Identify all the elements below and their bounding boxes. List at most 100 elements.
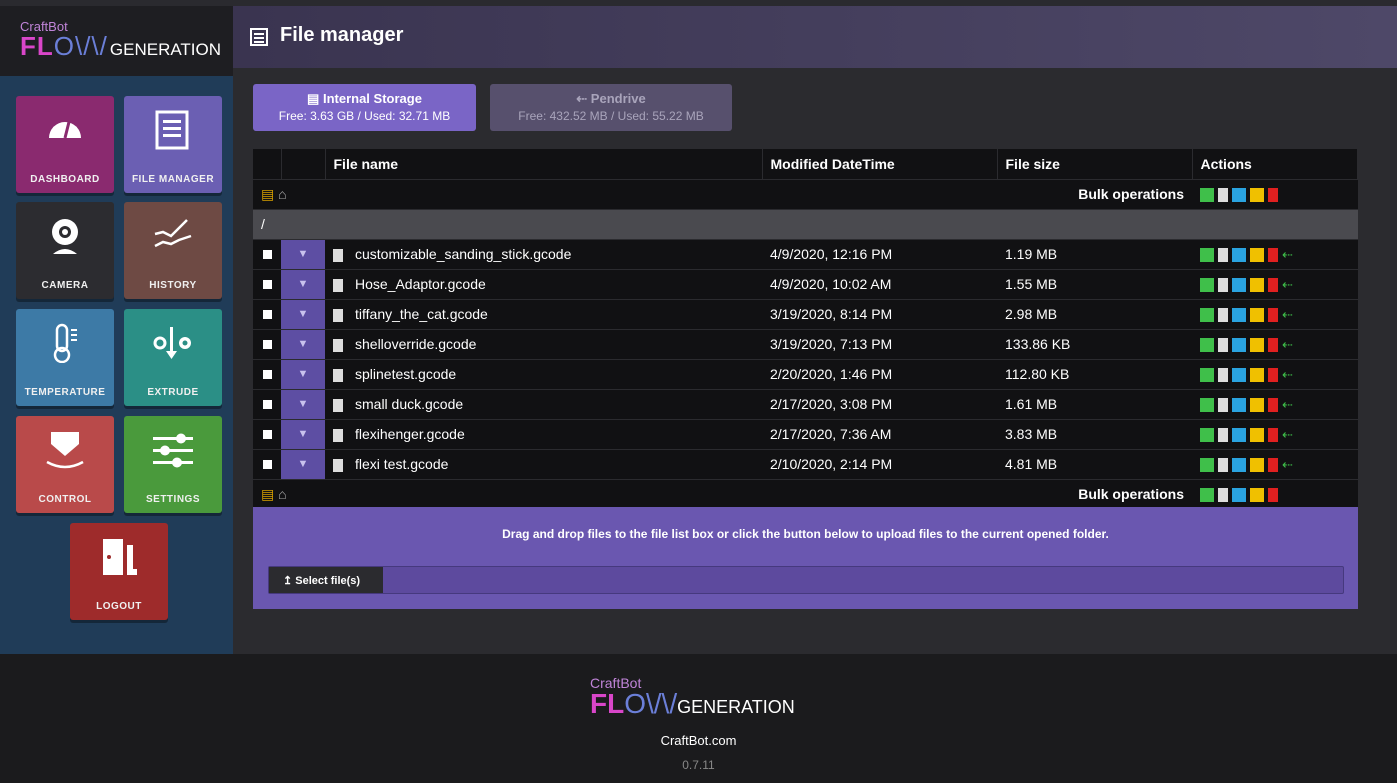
delete-icon[interactable] bbox=[1268, 427, 1278, 442]
delete-icon[interactable] bbox=[1268, 367, 1278, 382]
nav-tile-file-manager[interactable]: FILE MANAGER bbox=[124, 96, 222, 193]
row-checkbox[interactable] bbox=[253, 329, 281, 360]
file-name-cell[interactable]: tiffany_the_cat.gcode bbox=[325, 299, 762, 330]
rename-icon[interactable] bbox=[1218, 307, 1228, 322]
download-icon[interactable] bbox=[1200, 337, 1214, 352]
delete-icon[interactable] bbox=[1268, 247, 1278, 262]
download-icon[interactable] bbox=[1200, 427, 1214, 442]
delete-icon[interactable] bbox=[1268, 337, 1278, 352]
download-icon[interactable] bbox=[1200, 247, 1214, 262]
file-name-cell[interactable]: Hose_Adaptor.gcode bbox=[325, 269, 762, 300]
header-modified[interactable]: Modified DateTime bbox=[762, 149, 998, 180]
copy-icon[interactable] bbox=[1232, 188, 1246, 203]
nav-tile-settings[interactable]: SETTINGS bbox=[124, 416, 222, 513]
row-checkbox[interactable] bbox=[253, 449, 281, 480]
row-checkbox[interactable] bbox=[253, 269, 281, 300]
rename-icon[interactable] bbox=[1218, 277, 1228, 292]
row-checkbox[interactable] bbox=[253, 299, 281, 330]
rename-icon[interactable] bbox=[1218, 397, 1228, 412]
download-icon[interactable] bbox=[1200, 488, 1214, 503]
nav-tile-logout[interactable]: LOGOUT bbox=[70, 523, 168, 620]
pendrive-button[interactable]: ⇠ Pendrive Free: 432.52 MB / Used: 55.22… bbox=[490, 84, 732, 131]
download-icon[interactable] bbox=[1200, 307, 1214, 322]
download-icon[interactable] bbox=[1200, 188, 1214, 203]
file-name-cell[interactable]: flexihenger.gcode bbox=[325, 419, 762, 450]
nav-tile-control[interactable]: CONTROL bbox=[16, 416, 114, 513]
rename-icon[interactable] bbox=[1218, 367, 1228, 382]
copy-icon[interactable] bbox=[1232, 307, 1246, 322]
cut-icon[interactable] bbox=[1250, 488, 1264, 503]
delete-icon[interactable] bbox=[1268, 457, 1278, 472]
nav-tile-extrude[interactable]: EXTRUDE bbox=[124, 309, 222, 406]
table-row[interactable]: ▼ tiffany_the_cat.gcode 3/19/2020, 8:14 PM… bbox=[253, 299, 1358, 330]
table-row[interactable]: ▼ flexi test.gcode 2/10/2020, 2:14 PM 4.81 … bbox=[253, 449, 1358, 480]
file-name-cell[interactable]: flexi test.gcode bbox=[325, 449, 762, 480]
header-file-size[interactable]: File size bbox=[997, 149, 1193, 180]
row-checkbox[interactable] bbox=[253, 359, 281, 390]
cut-icon[interactable] bbox=[1250, 367, 1264, 382]
new-folder-icon[interactable]: ▤ bbox=[261, 186, 274, 202]
copy-icon[interactable] bbox=[1232, 427, 1246, 442]
usb-copy-icon[interactable]: ⇠ bbox=[1282, 337, 1293, 353]
cut-icon[interactable] bbox=[1250, 337, 1264, 352]
download-icon[interactable] bbox=[1200, 457, 1214, 472]
app-logo[interactable]: CraftBot FLO\/\/GENERATION bbox=[20, 20, 221, 59]
home-icon[interactable]: ⌂ bbox=[278, 486, 286, 502]
usb-copy-icon[interactable]: ⇠ bbox=[1282, 457, 1293, 473]
copy-icon[interactable] bbox=[1232, 457, 1246, 472]
footer-site-link[interactable]: CraftBot.com bbox=[0, 733, 1397, 748]
row-checkbox[interactable] bbox=[253, 389, 281, 420]
delete-icon[interactable] bbox=[1268, 188, 1278, 203]
rename-icon[interactable] bbox=[1218, 427, 1228, 442]
cut-icon[interactable] bbox=[1250, 397, 1264, 412]
upload-dropzone[interactable]: Drag and drop files to the file list box… bbox=[253, 507, 1358, 609]
rename-icon[interactable] bbox=[1218, 457, 1228, 472]
cut-icon[interactable] bbox=[1250, 188, 1264, 203]
usb-copy-icon[interactable]: ⇠ bbox=[1282, 397, 1293, 413]
copy-icon[interactable] bbox=[1232, 488, 1246, 503]
home-icon[interactable]: ⌂ bbox=[278, 186, 286, 202]
rename-icon[interactable] bbox=[1218, 188, 1228, 203]
select-files-button[interactable]: ↥ Select file(s) bbox=[269, 567, 383, 593]
delete-icon[interactable] bbox=[1268, 397, 1278, 412]
cut-icon[interactable] bbox=[1250, 247, 1264, 262]
cut-icon[interactable] bbox=[1250, 277, 1264, 292]
rename-icon[interactable] bbox=[1218, 247, 1228, 262]
cut-icon[interactable] bbox=[1250, 307, 1264, 322]
table-row[interactable]: ▼ shelloverride.gcode 3/19/2020, 7:13 PM 13… bbox=[253, 329, 1358, 360]
row-checkbox[interactable] bbox=[253, 419, 281, 450]
copy-icon[interactable] bbox=[1232, 337, 1246, 352]
download-icon[interactable] bbox=[1200, 277, 1214, 292]
download-icon[interactable] bbox=[1200, 397, 1214, 412]
usb-copy-icon[interactable]: ⇠ bbox=[1282, 367, 1293, 383]
delete-icon[interactable] bbox=[1268, 277, 1278, 292]
usb-copy-icon[interactable]: ⇠ bbox=[1282, 247, 1293, 263]
table-row[interactable]: ▼ splinetest.gcode 2/20/2020, 1:46 PM 112.8… bbox=[253, 359, 1358, 390]
table-row[interactable]: ▼ customizable_sanding_stick.gcode 4/9/202… bbox=[253, 239, 1358, 270]
nav-tile-temperature[interactable]: TEMPERATURE bbox=[16, 309, 114, 406]
nav-tile-camera[interactable]: CAMERA bbox=[16, 202, 114, 299]
file-name-cell[interactable]: small duck.gcode bbox=[325, 389, 762, 420]
rename-icon[interactable] bbox=[1218, 488, 1228, 503]
file-name-cell[interactable]: shelloverride.gcode bbox=[325, 329, 762, 360]
cut-icon[interactable] bbox=[1250, 457, 1264, 472]
new-folder-icon[interactable]: ▤ bbox=[261, 486, 274, 502]
file-name-cell[interactable]: customizable_sanding_stick.gcode bbox=[325, 239, 762, 270]
delete-icon[interactable] bbox=[1268, 488, 1278, 503]
header-file-name[interactable]: File name bbox=[325, 149, 763, 180]
usb-copy-icon[interactable]: ⇠ bbox=[1282, 307, 1293, 323]
upload-bar[interactable]: ↥ Select file(s) bbox=[268, 566, 1344, 594]
cut-icon[interactable] bbox=[1250, 427, 1264, 442]
copy-icon[interactable] bbox=[1232, 367, 1246, 382]
file-name-cell[interactable]: splinetest.gcode bbox=[325, 359, 762, 390]
usb-copy-icon[interactable]: ⇠ bbox=[1282, 277, 1293, 293]
copy-icon[interactable] bbox=[1232, 277, 1246, 292]
internal-storage-button[interactable]: ▤ Internal Storage Free: 3.63 GB / Used:… bbox=[253, 84, 476, 131]
row-checkbox[interactable] bbox=[253, 239, 281, 270]
nav-tile-dashboard[interactable]: DASHBOARD bbox=[16, 96, 114, 193]
table-row[interactable]: ▼ flexihenger.gcode 2/17/2020, 7:36 AM 3.83… bbox=[253, 419, 1358, 450]
copy-icon[interactable] bbox=[1232, 397, 1246, 412]
table-row[interactable]: ▼ Hose_Adaptor.gcode 4/9/2020, 10:02 AM 1.5… bbox=[253, 269, 1358, 300]
download-icon[interactable] bbox=[1200, 367, 1214, 382]
usb-copy-icon[interactable]: ⇠ bbox=[1282, 427, 1293, 443]
